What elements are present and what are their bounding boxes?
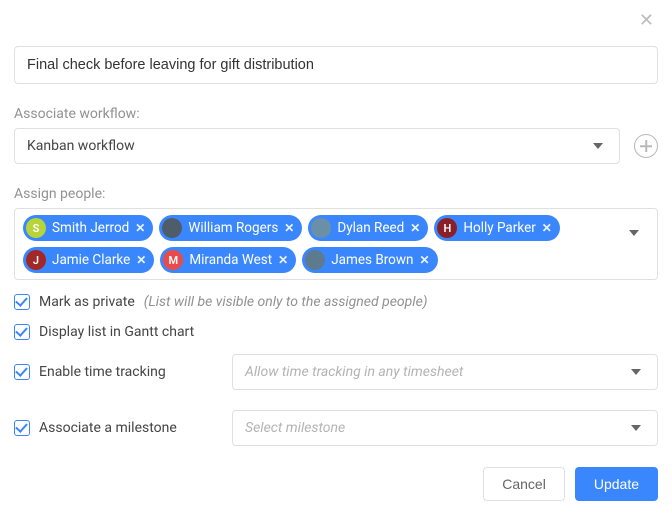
time-tracking-label: Enable time tracking (39, 364, 223, 380)
person-chip: William Rogers ✕ (159, 215, 302, 241)
person-chip: S Smith Jerrod ✕ (23, 215, 153, 241)
avatar: M (163, 250, 183, 270)
time-tracking-checkbox[interactable] (14, 364, 30, 380)
milestone-select[interactable]: Select milestone (232, 410, 658, 446)
avatar (311, 218, 331, 238)
time-tracking-placeholder: Allow time tracking in any timesheet (245, 364, 463, 380)
private-label: Mark as private (39, 294, 135, 310)
milestone-label: Associate a milestone (39, 420, 223, 436)
person-chip: J Jamie Clarke ✕ (23, 247, 154, 273)
person-chip: H Holly Parker ✕ (434, 215, 560, 241)
add-workflow-button[interactable] (634, 134, 658, 158)
chevron-down-icon[interactable] (623, 236, 649, 252)
private-hint: (List will be visible only to the assign… (144, 294, 428, 310)
people-label: Assign people: (14, 186, 658, 202)
person-chip: James Brown ✕ (302, 247, 437, 273)
person-name: Jamie Clarke (52, 252, 130, 268)
chevron-down-icon (593, 143, 603, 149)
person-name: Holly Parker (463, 220, 535, 236)
milestone-checkbox[interactable] (14, 420, 30, 436)
private-checkbox[interactable] (14, 294, 30, 310)
remove-person-icon[interactable]: ✕ (135, 221, 145, 235)
workflow-selected-value: Kanban workflow (27, 138, 135, 154)
workflow-label: Associate workflow: (14, 106, 658, 122)
chevron-down-icon (631, 425, 641, 431)
remove-person-icon[interactable]: ✕ (410, 221, 420, 235)
workflow-select[interactable]: Kanban workflow (14, 128, 620, 164)
avatar: J (26, 250, 46, 270)
avatar: H (437, 218, 457, 238)
gantt-checkbox[interactable] (14, 324, 30, 340)
person-chip: Dylan Reed ✕ (308, 215, 428, 241)
update-button[interactable]: Update (575, 467, 658, 501)
people-select[interactable]: S Smith Jerrod ✕ William Rogers ✕ Dylan Reed ✕… (14, 208, 658, 280)
avatar: S (26, 218, 46, 238)
close-icon[interactable]: ✕ (639, 12, 654, 30)
remove-person-icon[interactable]: ✕ (284, 221, 294, 235)
gantt-label: Display list in Gantt chart (39, 324, 194, 340)
person-name: Smith Jerrod (52, 220, 129, 236)
remove-person-icon[interactable]: ✕ (278, 253, 288, 267)
title-input[interactable] (14, 46, 658, 84)
person-name: William Rogers (188, 220, 278, 236)
time-tracking-select[interactable]: Allow time tracking in any timesheet (232, 354, 658, 390)
person-name: James Brown (331, 252, 413, 268)
milestone-placeholder: Select milestone (245, 420, 345, 436)
avatar (305, 250, 325, 270)
cancel-button[interactable]: Cancel (483, 467, 565, 501)
remove-person-icon[interactable]: ✕ (542, 221, 552, 235)
person-name: Miranda West (189, 252, 272, 268)
person-chip: M Miranda West ✕ (160, 247, 296, 273)
remove-person-icon[interactable]: ✕ (136, 253, 146, 267)
person-name: Dylan Reed (337, 220, 404, 236)
remove-person-icon[interactable]: ✕ (419, 253, 429, 267)
avatar (162, 218, 182, 238)
chevron-down-icon (631, 369, 641, 375)
